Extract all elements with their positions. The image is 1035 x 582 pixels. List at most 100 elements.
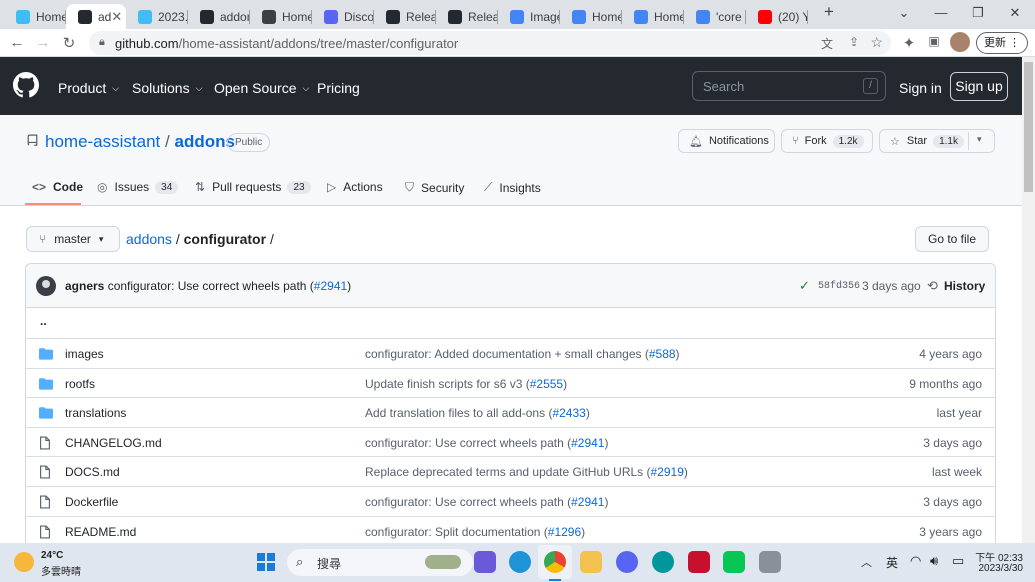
file-name-link[interactable]: DOCS.md (65, 465, 120, 479)
file-explorer-icon[interactable] (580, 551, 602, 573)
new-tab-button[interactable]: + (814, 2, 844, 22)
nav-product[interactable]: Product ⌵ (58, 80, 119, 96)
reload-icon[interactable]: ↻ (60, 34, 78, 52)
edge-browser-icon[interactable] (509, 551, 531, 573)
repo-name-link[interactable]: addons (174, 132, 234, 151)
commit-message-link[interactable]: Add translation files to all add-ons ( (365, 406, 552, 420)
commit-pr-link[interactable]: #588 (649, 347, 676, 361)
translate-icon[interactable]: 文 (821, 35, 833, 52)
browser-tab[interactable]: Image (498, 4, 560, 29)
nav-solutions[interactable]: Solutions ⌵ (132, 80, 202, 96)
app-icon[interactable] (759, 551, 781, 573)
weather-sun-icon[interactable] (14, 552, 34, 572)
browser-tab[interactable]: Releas (436, 4, 498, 29)
commit-pr-link[interactable]: #2433 (552, 406, 585, 420)
commit-message-link[interactable]: configurator: Split documentation ( (365, 525, 548, 539)
tab-insights[interactable]: ⟋ Insights (484, 180, 541, 195)
chevron-up-icon[interactable]: ︿ (861, 554, 872, 570)
tab-code[interactable]: <> Code (32, 180, 83, 194)
fork-button[interactable]: ⑂ Fork 1.2k (781, 129, 873, 153)
discord-icon[interactable] (616, 551, 638, 573)
commit-message-link[interactable]: configurator: Use correct wheels path ( (365, 436, 571, 450)
extensions-icon[interactable]: ✦ (900, 34, 918, 52)
commit-pr-link[interactable]: #2555 (530, 377, 563, 391)
browser-tab[interactable]: Discor (312, 4, 374, 29)
file-row[interactable]: rootfs Update finish scripts for s6 v3 (#… (26, 367, 995, 398)
file-name-link[interactable]: CHANGELOG.md (65, 436, 162, 450)
file-name-link[interactable]: rootfs (65, 377, 95, 391)
arduino-icon[interactable] (652, 551, 674, 573)
forward-icon[interactable]: → (34, 34, 52, 51)
browser-tab[interactable]: 2023.3 (126, 4, 188, 29)
tab-actions[interactable]: ▷ Actions (327, 180, 383, 194)
file-row[interactable]: CHANGELOG.md configurator: Use correct wh… (26, 426, 995, 457)
commit-message-link[interactable]: Update finish scripts for s6 v3 ( (365, 377, 530, 391)
commit-message-link[interactable]: configurator: Use correct wheels path ( (108, 279, 314, 293)
tab-issues[interactable]: ◎ Issues 34 (97, 180, 179, 194)
file-row[interactable]: DOCS.md Replace deprecated terms and upda… (26, 456, 995, 486)
profile-avatar[interactable] (950, 32, 970, 52)
notifications-button[interactable]: 🔔︎ Notifications (678, 129, 775, 153)
check-icon[interactable]: ✓ (799, 278, 810, 294)
file-name-link[interactable]: Dockerfile (65, 495, 118, 509)
browser-tab[interactable]: ad ✕ (66, 4, 126, 29)
share-icon[interactable]: ⇪ (849, 35, 859, 49)
lock-icon[interactable]: 🔒︎ (99, 36, 105, 49)
scrollbar-thumb[interactable] (1024, 62, 1033, 192)
weather-temp[interactable]: 24°C (41, 550, 63, 561)
windows-start-icon[interactable] (257, 553, 275, 571)
commit-pr-link[interactable]: #2941 (314, 279, 347, 293)
page-scrollbar[interactable] (1022, 57, 1035, 543)
file-row[interactable]: translations Add translation files to all… (26, 397, 995, 427)
close-tab-icon[interactable]: ✕ (111, 9, 122, 25)
commit-pr-link[interactable]: #2941 (571, 495, 604, 509)
commit-message-link[interactable]: configurator: Added documentation + smal… (365, 347, 649, 361)
clock-date[interactable]: 2023/3/30 (975, 563, 1024, 574)
minimize-icon[interactable]: — (926, 5, 956, 20)
history-link[interactable]: History (944, 279, 985, 293)
file-name-link[interactable]: translations (65, 406, 126, 420)
nav-open-source[interactable]: Open Source ⌵ (214, 80, 309, 96)
speaker-icon[interactable]: 🔊︎ (930, 553, 938, 569)
repo-owner-link[interactable]: home-assistant (45, 132, 160, 151)
mcafee-icon[interactable] (688, 551, 710, 573)
parent-directory-link[interactable]: .. (40, 314, 47, 328)
author-avatar[interactable] (36, 276, 56, 296)
line-icon[interactable] (723, 551, 745, 573)
star-button[interactable]: ☆ Star 1.1k ▾ (879, 129, 995, 153)
update-button[interactable]: 更新 ⋮ (976, 32, 1028, 54)
taskbar-search-box[interactable]: ⌕ 搜尋 (287, 549, 473, 576)
parent-directory-row[interactable]: .. (26, 308, 995, 338)
search-input[interactable]: Search / (692, 71, 886, 101)
file-row[interactable]: Dockerfile configurator: Use correct whee… (26, 486, 995, 516)
sign-up-button[interactable]: Sign up (950, 72, 1008, 101)
browser-tab[interactable]: Releas (374, 4, 436, 29)
file-name-link[interactable]: README.md (65, 525, 136, 539)
branch-select-button[interactable]: ⑂ master ▾ (26, 226, 120, 252)
browser-tab[interactable]: Home (622, 4, 684, 29)
commit-message-link[interactable]: configurator: Use correct wheels path ( (365, 495, 571, 509)
commit-pr-link[interactable]: #2941 (571, 436, 604, 450)
chrome-icon[interactable] (544, 551, 566, 573)
file-row[interactable]: images configurator: Added documentation … (26, 338, 995, 368)
battery-icon[interactable]: ▭ (952, 553, 964, 569)
commit-pr-link[interactable]: #1296 (548, 525, 581, 539)
close-window-icon[interactable]: ✕ (1000, 5, 1030, 21)
breadcrumb-root-link[interactable]: addons (126, 231, 172, 247)
side-panel-icon[interactable]: ▣ (925, 34, 943, 48)
clock-time[interactable]: 下午 02:33 (975, 549, 1023, 564)
address-bar[interactable]: 🔒︎ github.com/home-assistant/addons/tree… (89, 31, 891, 55)
tab-security[interactable]: ⛉ Security (405, 180, 464, 195)
chevron-down-icon[interactable]: ▾ (977, 134, 982, 145)
browser-tab[interactable]: Home (560, 4, 622, 29)
browser-tab[interactable]: 'core n (684, 4, 746, 29)
browser-tab[interactable]: addon (188, 4, 250, 29)
back-icon[interactable]: ← (8, 34, 26, 51)
tab-search-icon[interactable]: ⌄ (889, 5, 919, 21)
browser-tab[interactable]: Home (4, 4, 66, 29)
commit-pr-link[interactable]: #2919 (651, 465, 684, 479)
bookmark-star-icon[interactable]: ☆ (870, 34, 883, 51)
ime-indicator[interactable]: 英 (886, 554, 898, 571)
file-name-link[interactable]: images (65, 347, 104, 361)
commit-sha-link[interactable]: 58fd356 (818, 281, 860, 292)
